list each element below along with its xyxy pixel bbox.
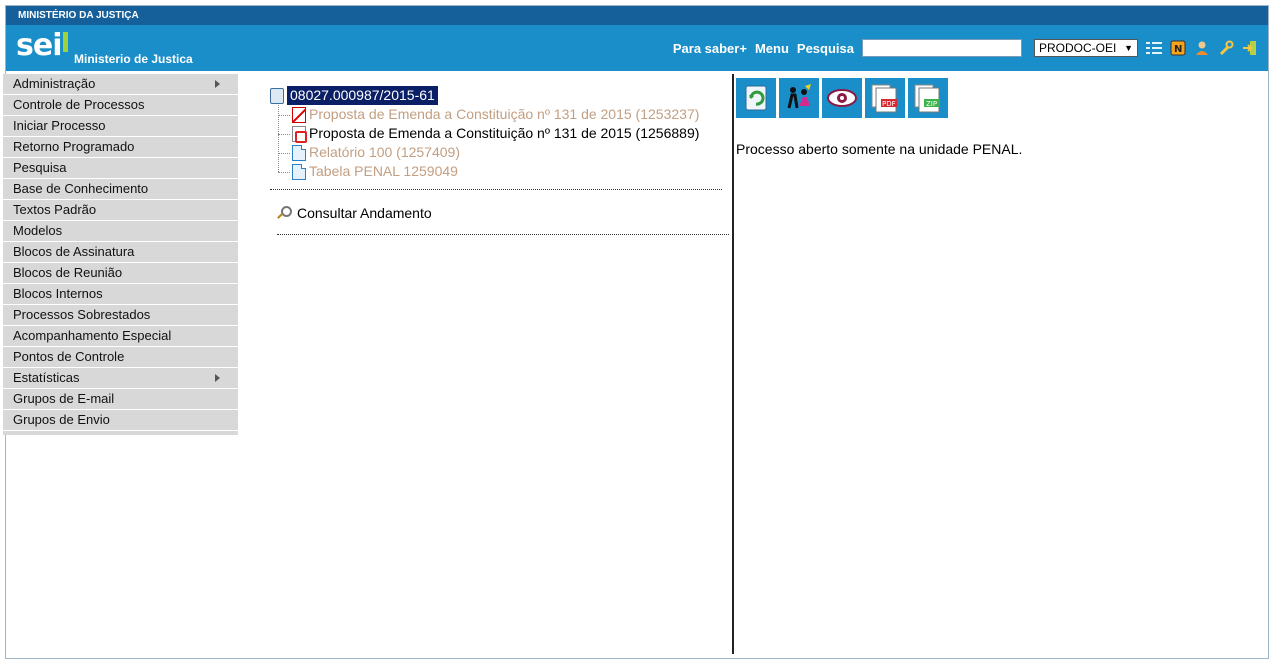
sidebar-item-label: Textos Padrão xyxy=(13,202,97,217)
org-name: Ministerio de Justica xyxy=(74,52,193,66)
sidebar-item-label: Administração xyxy=(13,76,96,91)
document-label[interactable]: Relatório 100 (1257409) xyxy=(309,143,460,162)
cancelled-document-icon xyxy=(292,106,306,123)
sidebar-item-label: Grupos de Envio xyxy=(13,412,110,427)
sidebar-item-label: Blocos Internos xyxy=(13,286,103,301)
document-row[interactable]: Proposta de Emenda a Constituição nº 131… xyxy=(278,124,722,143)
process-icon xyxy=(270,87,284,104)
sidebar-item-label: Grupos de E-mail xyxy=(13,391,115,406)
process-tree: 08027.000987/2015-61 Proposta de Emenda … xyxy=(270,86,722,198)
sidebar-item-label: Controle de Processos xyxy=(13,97,145,112)
magnifier-icon xyxy=(277,206,292,220)
svg-text:N: N xyxy=(1174,44,1182,55)
sidebar-item-retorno-programado[interactable]: Retorno Programado xyxy=(3,137,238,158)
view-process-button[interactable] xyxy=(822,78,862,118)
sidebar-item-modelos[interactable]: Modelos xyxy=(3,221,238,242)
unit-select-value: PRODOC-OEI xyxy=(1039,41,1117,55)
chevron-down-icon: ▼ xyxy=(1124,43,1133,53)
document-label[interactable]: Proposta de Emenda a Constituição nº 131… xyxy=(309,105,699,124)
panel-divider[interactable] xyxy=(732,74,734,654)
pdf-icon: PDF xyxy=(871,84,897,113)
separator xyxy=(270,189,722,190)
document-row[interactable]: Tabela PENAL 1259049 xyxy=(278,162,722,181)
sidebar-item-label: Pesquisa xyxy=(13,160,67,175)
sidebar-item-grupos-de-e-mail[interactable]: Grupos de E-mail xyxy=(3,389,238,410)
chevron-right-icon xyxy=(215,80,220,88)
send-process-button[interactable] xyxy=(736,78,776,118)
assign-process-button[interactable] xyxy=(779,78,819,118)
document-row[interactable]: Proposta de Emenda a Constituição nº 131… xyxy=(278,105,722,124)
process-root[interactable]: 08027.000987/2015-61 xyxy=(270,86,722,105)
separator-bottom xyxy=(277,234,729,235)
sidebar-item-textos-padrao[interactable]: Textos Padrão xyxy=(3,200,238,221)
generate-zip-button[interactable]: ZIP xyxy=(908,78,948,118)
document-icon xyxy=(292,144,306,161)
logo-accent xyxy=(62,32,68,52)
document-icon xyxy=(292,163,306,180)
menu-link[interactable]: Menu xyxy=(755,41,789,56)
sidebar-item-pesquisa[interactable]: Pesquisa xyxy=(3,158,238,179)
exit-icon[interactable] xyxy=(1242,40,1258,56)
sidebar-item-label: Retorno Programado xyxy=(13,139,135,154)
sidebar-item-estatisticas[interactable]: Estatísticas xyxy=(3,368,238,389)
para-saber-link[interactable]: Para saber+ xyxy=(673,41,747,56)
sidebar-item-label: Estatísticas xyxy=(13,370,80,385)
sidebar-item-controle-de-processos[interactable]: Controle de Processos xyxy=(3,95,238,116)
sidebar-item-label: Pontos de Controle xyxy=(13,349,125,364)
sidebar-item-label: Iniciar Processo xyxy=(13,118,106,133)
pesquisa-link[interactable]: Pesquisa xyxy=(797,41,854,56)
sidebar-item-blocos-internos[interactable]: Blocos Internos xyxy=(3,284,238,305)
sidebar-item-label: Blocos de Assinatura xyxy=(13,244,135,259)
sidebar-item-label: Blocos de Reunião xyxy=(13,265,123,280)
consult-label: Consultar Andamento xyxy=(297,205,432,221)
ministry-bar: MINISTÉRIO DA JUSTIÇA xyxy=(6,6,1268,25)
sidebar-item-blocos-de-assinatura[interactable]: Blocos de Assinatura xyxy=(3,242,238,263)
document-list: Proposta de Emenda a Constituição nº 131… xyxy=(278,105,722,181)
consult-andamento-link[interactable]: Consultar Andamento xyxy=(277,205,432,221)
process-number[interactable]: 08027.000987/2015-61 xyxy=(287,86,438,105)
zip-tag: ZIP xyxy=(926,100,937,108)
sidebar-item-administracao[interactable]: Administração xyxy=(3,74,238,95)
people-icon xyxy=(787,84,811,109)
chevron-right-icon xyxy=(215,374,220,382)
sidebar-menu: Administração Controle de Processos Inicia… xyxy=(3,74,238,435)
search-input[interactable] xyxy=(862,39,1022,57)
sidebar-item-iniciar-processo[interactable]: Iniciar Processo xyxy=(3,116,238,137)
wrench-icon[interactable] xyxy=(1218,40,1234,56)
sidebar-item-label: Base de Conhecimento xyxy=(13,181,149,196)
process-detail: PDF ZIP Processo aberto somente na unida… xyxy=(736,78,1022,157)
sidebar-item-label: Acompanhamento Especial xyxy=(13,328,172,343)
sei-logo[interactable]: sei xyxy=(16,31,68,61)
pdf-tag: PDF xyxy=(882,100,896,108)
sidebar-item-base-de-conhecimento[interactable]: Base de Conhecimento xyxy=(3,179,238,200)
sidebar-item-label: Processos Sobrestados xyxy=(13,307,151,322)
sidebar-item-grupos-de-envio[interactable]: Grupos de Envio xyxy=(3,410,238,431)
user-icon[interactable] xyxy=(1194,40,1210,56)
process-status-message: Processo aberto somente na unidade PENAL… xyxy=(736,141,1023,157)
logo-text: sei xyxy=(16,28,62,63)
header-actions: Para saber+ Menu Pesquisa PRODOC-OEI ▼ N xyxy=(673,37,1258,59)
ministry-label: MINISTÉRIO DA JUSTIÇA xyxy=(18,10,139,21)
document-row[interactable]: Relatório 100 (1257409) xyxy=(278,143,722,162)
zip-icon: ZIP xyxy=(914,84,940,113)
action-toolbar: PDF ZIP xyxy=(736,78,948,118)
generate-pdf-button[interactable]: PDF xyxy=(865,78,905,118)
document-label[interactable]: Proposta de Emenda a Constituição nº 131… xyxy=(309,124,699,143)
send-icon xyxy=(745,85,767,111)
header: sei Ministerio de Justica Para saber+ Me… xyxy=(6,25,1268,71)
sidebar-item-processos-sobrestados[interactable]: Processos Sobrestados xyxy=(3,305,238,326)
eye-icon xyxy=(827,89,857,107)
sidebar-item-label: Modelos xyxy=(13,223,63,238)
sidebar-item-pontos-de-controle[interactable]: Pontos de Controle xyxy=(3,347,238,368)
unit-select[interactable]: PRODOC-OEI ▼ xyxy=(1034,39,1138,57)
list-icon[interactable] xyxy=(1146,40,1162,56)
document-label[interactable]: Tabela PENAL 1259049 xyxy=(309,162,458,181)
sidebar-item-blocos-de-reuniao[interactable]: Blocos de Reunião xyxy=(3,263,238,284)
pdf-document-icon xyxy=(292,125,307,143)
sidebar-item-acompanhamento-especial[interactable]: Acompanhamento Especial xyxy=(3,326,238,347)
notes-icon[interactable]: N xyxy=(1170,40,1186,56)
